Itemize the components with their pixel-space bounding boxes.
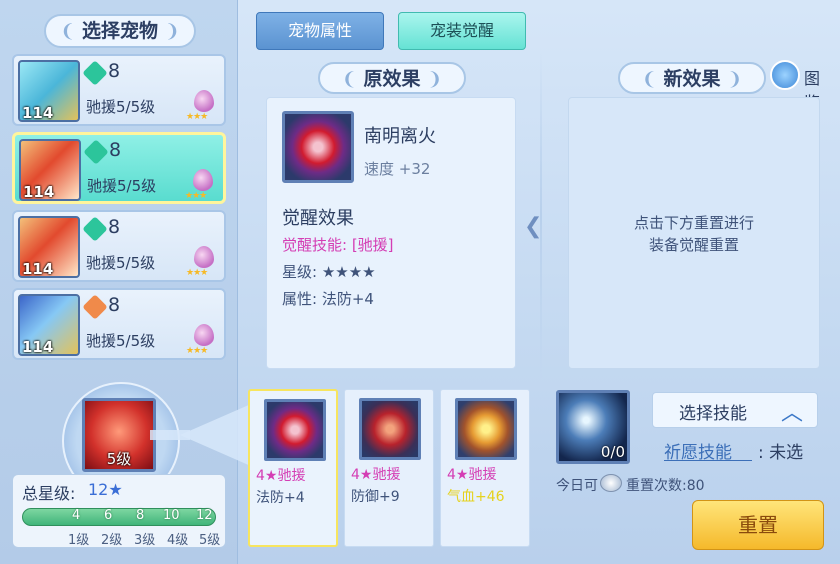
wish-underline — [664, 460, 752, 461]
help-level: 驰援5/5级 — [87, 177, 157, 195]
level-tick: 2级 — [101, 533, 123, 548]
swirl-left-icon: ❨ — [641, 69, 657, 90]
wish-skill-value: : 未选 — [758, 443, 804, 463]
pet-card-3[interactable]: 114 8 驰援5/5级 ★★★ — [12, 210, 226, 282]
slot-attribute: 气血+46 — [447, 489, 505, 505]
choose-skill-label: 选择技能 — [679, 404, 747, 424]
select-pet-title-text: 选择宠物 — [81, 20, 158, 42]
pet-card-1[interactable]: 114 8 驰援5/5级 ★★★ — [12, 54, 226, 126]
tab-equip-awaken[interactable]: 宠装觉醒 — [398, 12, 526, 50]
choose-skill-dropdown[interactable]: 选择技能 ︿ — [652, 392, 818, 428]
equipment-slot-3[interactable]: 4★驰援 气血+46 — [440, 389, 530, 547]
total-stars-value: 12★ — [88, 480, 123, 499]
bar-tick: 12 — [196, 508, 213, 523]
equipment-icon — [264, 399, 326, 461]
tab-pet-attributes[interactable]: 宠物属性 — [256, 12, 384, 50]
today-label: 今日可 — [556, 478, 598, 494]
awaken-skill: 觉醒技能: [驰援] — [282, 236, 394, 254]
original-effect-title: ❨ 原效果 ❩ — [318, 62, 466, 94]
element-gem-icon — [82, 294, 108, 320]
attribute-value: 属性: 法防+4 — [282, 290, 374, 308]
slot-title: 4★驰援 — [447, 467, 497, 483]
bar-tick: 6 — [104, 508, 113, 523]
level-tick: 3级 — [134, 533, 156, 548]
reset-hint-line1: 点击下方重置进行 — [633, 214, 754, 232]
reset-hint-line2: 装备觉醒重置 — [648, 236, 739, 254]
equipment-stat: 速度 +32 — [364, 160, 431, 178]
slot-attribute: 法防+4 — [256, 490, 305, 506]
pet-awakening-window: ❨ 选择宠物 ❩ 114 8 驰援5/5级 ★★★ 114 8 驰援5/5级 ★… — [0, 0, 840, 564]
slot-title: 4★驰援 — [351, 467, 401, 483]
star-progress-bar — [22, 508, 216, 526]
gem-value: 8 — [108, 216, 121, 238]
swirl-right-icon: ❩ — [727, 69, 743, 90]
total-stars-label: 总星级: — [22, 484, 76, 503]
level-tick: 1级 — [68, 533, 90, 548]
element-gem-icon — [83, 139, 109, 165]
bar-tick: 8 — [136, 508, 145, 523]
select-pet-title: ❨ 选择宠物 ❩ — [44, 14, 196, 48]
rank-badge-icon: ★★★ — [186, 246, 218, 278]
book-icon — [770, 60, 800, 90]
gem-value: 8 — [109, 139, 122, 161]
pet-card-2[interactable]: 114 8 驰援5/5级 ★★★ — [12, 132, 226, 204]
awaken-effect-heading: 觉醒效果 — [282, 208, 354, 229]
pet-card-4[interactable]: 114 8 驰援5/5级 ★★★ — [12, 288, 226, 360]
swirl-left-icon: ❨ — [60, 21, 76, 42]
equipment-icon[interactable] — [282, 111, 354, 183]
reset-button[interactable]: 重置 — [692, 500, 824, 550]
swirl-right-icon: ❩ — [427, 69, 443, 90]
help-level: 驰援5/5级 — [86, 98, 156, 116]
swirl-left-icon: ❨ — [341, 69, 357, 90]
pet-avatar: 114 — [18, 294, 80, 356]
pet-level: 114 — [22, 338, 54, 356]
pet-avatar: 114 — [18, 60, 80, 122]
gem-value: 8 — [108, 60, 121, 82]
chevron-up-icon: ︿ — [780, 401, 803, 426]
help-level: 驰援5/5级 — [86, 254, 156, 272]
bar-tick: 10 — [163, 508, 180, 523]
level-tick: 5级 — [199, 533, 221, 548]
necklace-icon — [455, 398, 517, 460]
equipment-slot-2[interactable]: 4★驰援 防御+9 — [344, 389, 434, 547]
element-gem-icon — [82, 60, 108, 86]
slot-title: 4★驰援 — [256, 468, 306, 484]
rank-badge-icon: ★★★ — [185, 169, 217, 201]
new-effect-title: ❨ 新效果 ❩ — [618, 62, 766, 94]
new-effect-title-text: 新效果 — [663, 68, 721, 90]
pet-level: 114 — [22, 260, 54, 278]
rank-badge-icon: ★★★ — [186, 90, 218, 122]
slot-attribute: 防御+9 — [351, 489, 400, 505]
swirl-right-icon: ❩ — [164, 21, 180, 42]
chevron-divider-icon: ❮ — [524, 214, 543, 239]
help-skill-icon[interactable]: 5级 — [82, 398, 156, 472]
reset-count: 重置次数:80 — [626, 478, 705, 494]
silver-coin-icon — [600, 474, 622, 492]
new-effect-panel — [568, 97, 820, 369]
equipment-slot-1[interactable]: 4★驰援 法防+4 — [248, 389, 338, 547]
armor-icon — [359, 398, 421, 460]
pet-level: 114 — [22, 104, 54, 122]
orb-count: 0/0 — [600, 443, 625, 461]
pet-avatar: 114 — [18, 216, 80, 278]
arrow-right-icon — [150, 400, 260, 470]
pet-level: 114 — [23, 183, 55, 201]
element-gem-icon — [82, 216, 108, 242]
help-level: 驰援5/5级 — [86, 332, 156, 350]
atlas-button[interactable]: 图鉴 — [770, 60, 834, 112]
equipment-name: 南明离火 — [364, 126, 436, 147]
star-rating: 星级: ★★★★ — [282, 263, 376, 281]
pet-avatar: 114 — [19, 139, 81, 201]
level-tick: 4级 — [167, 533, 189, 548]
skill-level: 5级 — [106, 450, 132, 468]
bar-tick: 4 — [72, 508, 81, 523]
pet-list[interactable]: 114 8 驰援5/5级 ★★★ 114 8 驰援5/5级 ★★★ 114 8 … — [8, 52, 230, 370]
rank-badge-icon: ★★★ — [186, 324, 218, 356]
reset-orb-icon[interactable]: 0/0 — [556, 390, 630, 464]
gem-value: 8 — [108, 294, 121, 316]
original-effect-title-text: 原效果 — [363, 68, 421, 90]
